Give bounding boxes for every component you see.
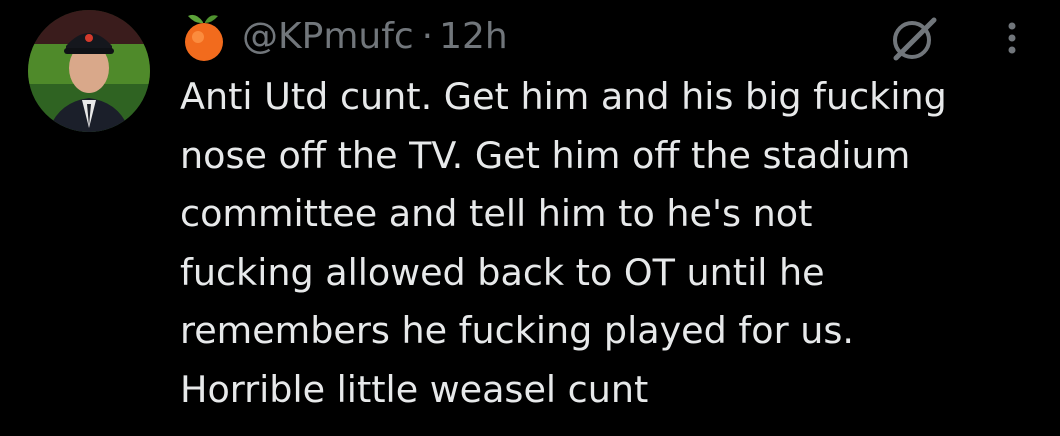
- avatar[interactable]: [28, 10, 150, 132]
- grok-icon[interactable]: [888, 14, 940, 62]
- tweet-text-line: nose off the TV. Get him off the stadium: [180, 133, 911, 177]
- avatar-image: [28, 10, 150, 132]
- tweet-text-line: remembers he fucking played for us.: [180, 309, 854, 352]
- tweet-header: @KPmufc · 12h: [180, 10, 508, 62]
- tweet-text-line: committee and tell him to he's not: [180, 192, 813, 235]
- tweet-text-line: Anti Utd cunt. Get him and his big fucki…: [180, 75, 947, 118]
- author-handle[interactable]: @KPmufc: [242, 16, 414, 57]
- tweet-text-line: Horrible little weasel cunt: [180, 367, 649, 411]
- tweet-text: Anti Utd cunt. Get him and his big fucki…: [180, 68, 1050, 419]
- peach-icon: [180, 10, 228, 62]
- header-separator: ·: [421, 15, 434, 57]
- more-options-icon[interactable]: [998, 18, 1026, 58]
- tweet-text-line: fucking allowed back to OT until he: [180, 250, 825, 294]
- timestamp[interactable]: 12h: [439, 16, 508, 57]
